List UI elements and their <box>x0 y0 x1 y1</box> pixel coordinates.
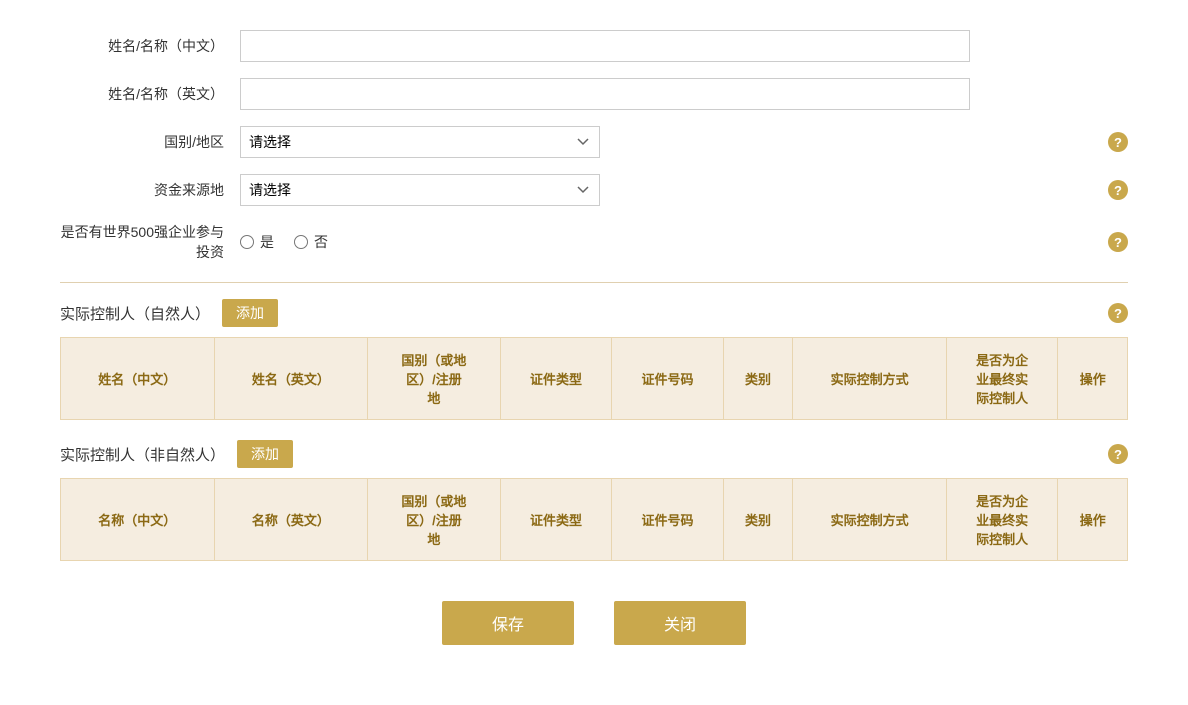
col-category2: 类别 <box>723 479 793 561</box>
radio-no-item[interactable]: 否 <box>294 232 328 252</box>
funds-help-icon[interactable]: ? <box>1108 180 1128 200</box>
radio-no[interactable] <box>294 235 308 249</box>
non-natural-controller-title: 实际控制人（非自然人） <box>60 444 225 465</box>
country-select[interactable]: 请选择 <box>240 126 600 158</box>
col-category: 类别 <box>723 338 793 420</box>
col-country2: 国别（或地区）/注册地 <box>368 479 501 561</box>
col-name-cn: 姓名（中文） <box>61 338 215 420</box>
col-is-final-controller2: 是否为企业最终实际控制人 <box>946 479 1058 561</box>
col-operation2: 操作 <box>1058 479 1128 561</box>
non-natural-controller-header-row: 名称（中文） 名称（英文） 国别（或地区）/注册地 证件类型 证件号码 类别 实… <box>61 479 1128 561</box>
natural-controller-header-row: 姓名（中文） 姓名（英文） 国别（或地区）/注册地 证件类型 证件号码 类别 实… <box>61 338 1128 420</box>
col-control-method: 实际控制方式 <box>793 338 947 420</box>
country-label: 国别/地区 <box>60 132 240 152</box>
country-help-icon[interactable]: ? <box>1108 132 1128 152</box>
col-is-final-controller: 是否为企业最终实际控制人 <box>946 338 1058 420</box>
bottom-buttons: 保存 关闭 <box>60 601 1128 645</box>
col-name-en: 姓名（英文） <box>214 338 368 420</box>
close-button[interactable]: 关闭 <box>614 601 746 645</box>
natural-controller-help-icon[interactable]: ? <box>1108 303 1128 323</box>
col-operation: 操作 <box>1058 338 1128 420</box>
col-cert-type: 证件类型 <box>500 338 612 420</box>
col-name-en2: 名称（英文） <box>214 479 368 561</box>
funds-select[interactable]: 请选择 <box>240 174 600 206</box>
col-cert-no2: 证件号码 <box>612 479 724 561</box>
fortune500-help-icon[interactable]: ? <box>1108 232 1128 252</box>
col-name-cn2: 名称（中文） <box>61 479 215 561</box>
fortune500-radio-group: 是 否 <box>240 232 328 252</box>
non-natural-controller-add-btn[interactable]: 添加 <box>237 440 293 468</box>
natural-controller-title: 实际控制人（自然人） <box>60 303 210 324</box>
non-natural-controller-section: 实际控制人（非自然人） 添加 ? 名称（中文） 名称（英文） 国别（或地区）/注… <box>60 440 1128 561</box>
name-cn-input[interactable] <box>240 30 970 62</box>
non-natural-controller-table: 名称（中文） 名称（英文） 国别（或地区）/注册地 证件类型 证件号码 类别 实… <box>60 478 1128 561</box>
save-button[interactable]: 保存 <box>442 601 574 645</box>
divider-1 <box>60 282 1128 283</box>
name-cn-label: 姓名/名称（中文） <box>60 36 240 56</box>
name-en-input[interactable] <box>240 78 970 110</box>
non-natural-controller-help-icon[interactable]: ? <box>1108 444 1128 464</box>
radio-yes-item[interactable]: 是 <box>240 232 274 252</box>
col-country: 国别（或地区）/注册地 <box>368 338 501 420</box>
natural-controller-table: 姓名（中文） 姓名（英文） 国别（或地区）/注册地 证件类型 证件号码 类别 实… <box>60 337 1128 420</box>
col-cert-type2: 证件类型 <box>500 479 612 561</box>
radio-yes-label: 是 <box>260 232 274 252</box>
fortune500-label: 是否有世界500强企业参与投资 <box>60 222 240 262</box>
radio-yes[interactable] <box>240 235 254 249</box>
natural-controller-section: 实际控制人（自然人） 添加 ? 姓名（中文） 姓名（英文） 国别（或地区）/注册… <box>60 299 1128 420</box>
funds-label: 资金来源地 <box>60 180 240 200</box>
col-cert-no: 证件号码 <box>612 338 724 420</box>
radio-no-label: 否 <box>314 232 328 252</box>
name-en-label: 姓名/名称（英文） <box>60 84 240 104</box>
natural-controller-add-btn[interactable]: 添加 <box>222 299 278 327</box>
col-control-method2: 实际控制方式 <box>793 479 947 561</box>
